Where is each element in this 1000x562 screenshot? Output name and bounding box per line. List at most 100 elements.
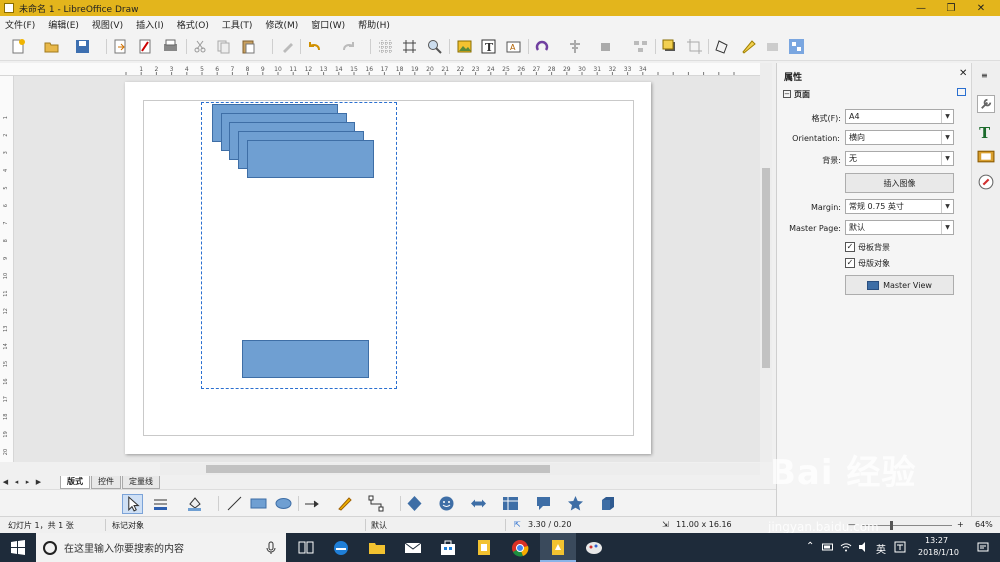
export-pdf-icon[interactable]	[137, 38, 154, 55]
mail-icon[interactable]	[403, 538, 423, 557]
clock-time[interactable]: 13:27	[925, 536, 948, 545]
master-objects-checkbox[interactable]: ✓	[845, 258, 855, 268]
menu-window[interactable]: 窗口(W)	[311, 18, 345, 31]
distribute-icon[interactable]	[632, 38, 649, 55]
store-icon[interactable]	[438, 538, 458, 557]
curve-tool-icon[interactable]	[336, 495, 353, 512]
tab-controls[interactable]: 控件	[91, 475, 121, 489]
toggle-extrusion-icon[interactable]	[764, 38, 781, 55]
menu-format[interactable]: 格式(O)	[177, 18, 209, 31]
paste-icon[interactable]	[240, 38, 257, 55]
menu-edit[interactable]: 编辑(E)	[48, 18, 79, 31]
clock-date[interactable]: 2018/1/10	[918, 548, 959, 557]
callout-shapes-icon[interactable]	[535, 495, 552, 512]
shadow-icon[interactable]	[661, 38, 678, 55]
zoom-in-icon[interactable]: +	[957, 520, 964, 529]
first-tab-icon[interactable]: ◀	[0, 478, 11, 486]
volume-icon[interactable]	[858, 541, 870, 553]
arrange-icon[interactable]	[598, 38, 615, 55]
background-select[interactable]: 无 ▼	[845, 151, 954, 166]
last-tab-icon[interactable]: ▶	[33, 478, 44, 486]
open-folder-icon[interactable]	[43, 38, 60, 55]
format-select[interactable]: A4 ▼	[845, 109, 954, 124]
vertical-ruler[interactable]: 1 2 3 4 5 6 7 8 9 10 11 12 13 14 15 16 17 18 19 20	[0, 76, 14, 462]
cut-icon[interactable]	[192, 38, 209, 55]
select-pointer-icon[interactable]	[122, 494, 143, 514]
more-options-icon[interactable]	[957, 88, 966, 96]
menu-tools[interactable]: 工具(T)	[222, 18, 253, 31]
margin-select[interactable]: 常规 0.75 英寸 ▼	[845, 199, 954, 214]
chrome-icon[interactable]	[510, 538, 530, 557]
menu-file[interactable]: 文件(F)	[5, 18, 35, 31]
3d-objects-icon[interactable]	[599, 495, 616, 512]
paint-icon[interactable]	[584, 538, 604, 557]
text-box-icon[interactable]: T	[480, 38, 497, 55]
line-tool-icon[interactable]	[226, 495, 243, 512]
basic-shapes-icon[interactable]	[406, 495, 423, 512]
taskbar-search-box[interactable]: 在这里输入你要搜索的内容	[36, 533, 286, 562]
grid-icon[interactable]	[377, 38, 394, 55]
glue-points-icon[interactable]	[740, 38, 757, 55]
vertical-scrollbar[interactable]	[760, 63, 772, 462]
undo-icon[interactable]	[306, 38, 323, 55]
horizontal-scrollbar[interactable]	[160, 463, 760, 475]
next-tab-icon[interactable]: ▸	[22, 478, 33, 486]
ellipse-tool-icon[interactable]	[275, 495, 292, 512]
edge-browser-icon[interactable]	[331, 538, 351, 557]
restore-button[interactable]: ❐	[936, 0, 966, 16]
menu-insert[interactable]: 插入(I)	[136, 18, 164, 31]
sidebar-close-icon[interactable]: ✕	[959, 68, 967, 79]
print-icon[interactable]	[162, 38, 179, 55]
fill-color-icon[interactable]	[186, 495, 203, 512]
minimize-button[interactable]: —	[906, 0, 936, 16]
task-view-icon[interactable]	[296, 538, 316, 557]
windows-start-icon[interactable]	[8, 538, 28, 557]
save-icon[interactable]	[74, 38, 91, 55]
horizontal-ruler[interactable]: 1 2 3 4 5 6 7 8 9 10 11 12 13 14 15 16 17 18 19 20 21 22 23 24 2…	[0, 63, 770, 76]
helplines-icon[interactable]	[401, 38, 418, 55]
show-hidden-icons[interactable]: ⌃	[806, 541, 814, 552]
prev-tab-icon[interactable]: ◂	[11, 478, 22, 486]
selection-frame[interactable]	[201, 102, 397, 389]
horizontal-scrollbar-thumb[interactable]	[206, 465, 550, 473]
block-arrows-icon[interactable]	[470, 495, 487, 512]
rotate-icon[interactable]	[534, 38, 551, 55]
taskbar-draw-active[interactable]	[540, 533, 576, 562]
master-page-status[interactable]: 默认	[371, 520, 387, 531]
insert-image-button[interactable]: 插入图像	[845, 173, 954, 193]
master-view-button[interactable]: Master View	[845, 275, 954, 295]
styles-icon[interactable]: T	[977, 123, 995, 141]
gallery-icon[interactable]	[977, 147, 995, 165]
office-app-icon[interactable]	[474, 538, 494, 557]
menu-view[interactable]: 视图(V)	[92, 18, 123, 31]
menu-help[interactable]: 帮助(H)	[358, 18, 390, 31]
orientation-select[interactable]: 横向 ▼	[845, 130, 954, 145]
zoom-slider-thumb[interactable]	[890, 521, 893, 530]
menu-modify[interactable]: 修改(M)	[265, 18, 298, 31]
zoom-level[interactable]: 64%	[975, 520, 993, 529]
tab-layout[interactable]: 版式	[60, 475, 90, 489]
align-icon[interactable]	[567, 38, 584, 55]
export-icon[interactable]	[112, 38, 129, 55]
select-at-front-icon[interactable]	[788, 38, 805, 55]
file-explorer-icon[interactable]	[367, 538, 387, 557]
fontwork-icon[interactable]: A	[505, 38, 522, 55]
tab-dimension-lines[interactable]: 定量线	[122, 475, 160, 489]
navigator-icon[interactable]	[977, 173, 995, 191]
line-color-icon[interactable]	[152, 495, 169, 512]
draw-app-icon[interactable]	[4, 3, 14, 13]
microphone-icon[interactable]	[266, 541, 276, 555]
vertical-scrollbar-thumb[interactable]	[762, 168, 770, 368]
clone-formatting-icon[interactable]	[279, 38, 296, 55]
wifi-icon[interactable]	[840, 541, 852, 553]
arrow-line-icon[interactable]	[304, 495, 321, 512]
notification-center-icon[interactable]	[977, 541, 989, 553]
master-background-checkbox[interactable]: ✓	[845, 242, 855, 252]
sidebar-menu-icon[interactable]: ≡	[981, 71, 988, 80]
close-window-button[interactable]: ✕	[966, 0, 996, 16]
connector-tool-icon[interactable]	[368, 495, 385, 512]
zoom-icon[interactable]	[426, 38, 443, 55]
insert-image-icon[interactable]	[456, 38, 473, 55]
star-shapes-icon[interactable]	[567, 495, 584, 512]
master-page-select[interactable]: 默认 ▼	[845, 220, 954, 235]
